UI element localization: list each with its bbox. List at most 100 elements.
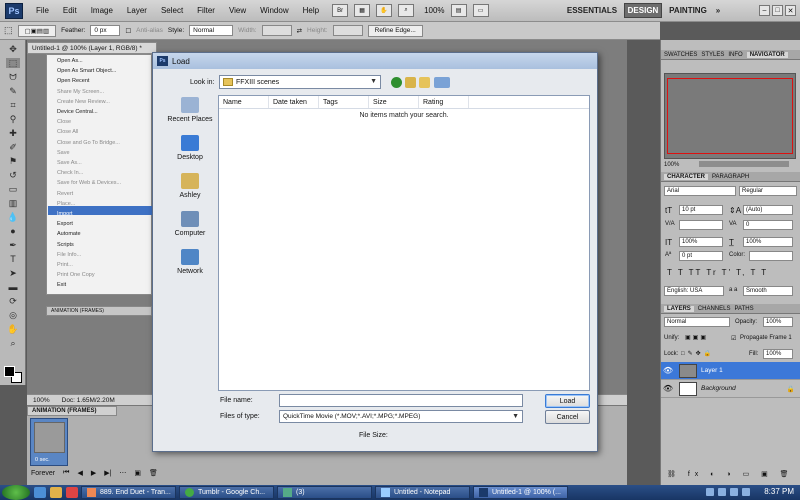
file-menu-item[interactable]: Close and Go To Bridge...: [57, 140, 120, 146]
new-folder-icon[interactable]: [419, 77, 430, 88]
font-style-select[interactable]: Regular: [739, 186, 797, 196]
file-menu-item[interactable]: Open As...: [57, 58, 83, 64]
file-menu-item[interactable]: Save: [57, 150, 70, 156]
bridge-icon[interactable]: Br: [332, 4, 349, 17]
fill-input[interactable]: 100%: [763, 349, 793, 359]
menu-file[interactable]: File: [29, 6, 56, 15]
dodge-tool-icon[interactable]: ●: [6, 226, 20, 236]
minibridge-icon[interactable]: ▦: [354, 4, 371, 17]
tab-paths[interactable]: PATHS: [734, 306, 753, 312]
file-name-input[interactable]: [279, 394, 523, 407]
file-menu-item[interactable]: Place...: [57, 201, 75, 207]
explorer-icon[interactable]: [50, 487, 62, 498]
animation-panel-tab[interactable]: ANIMATION (FRAMES): [27, 406, 117, 416]
loop-select[interactable]: Forever: [31, 470, 55, 477]
taskbar-button[interactable]: Untitled - Notepad: [375, 486, 470, 499]
col-size[interactable]: Size: [369, 96, 419, 108]
close-button[interactable]: ✕: [785, 5, 796, 16]
tab-paragraph[interactable]: PARAGRAPH: [712, 174, 749, 180]
animation-panel-inner-tab[interactable]: ANIMATION (FRAMES): [46, 306, 152, 316]
tray-icon[interactable]: [718, 488, 726, 496]
quick-select-icon[interactable]: ✎: [6, 86, 20, 96]
menu-edit[interactable]: Edit: [56, 6, 84, 15]
selection-mode-buttons[interactable]: ▢▣▤▥: [17, 24, 57, 37]
file-menu-item[interactable]: Scripts: [57, 242, 74, 248]
file-menu-item[interactable]: Create New Review...: [57, 99, 110, 105]
file-menu-item[interactable]: Open Recent: [57, 78, 89, 84]
taskbar-button[interactable]: Untitled-1 @ 100% (...: [473, 486, 568, 499]
file-menu-item[interactable]: Close: [57, 119, 71, 125]
file-menu-item[interactable]: Print One Copy: [57, 272, 95, 278]
path-select-icon[interactable]: ➤: [6, 268, 20, 278]
file-menu-item[interactable]: Revert: [57, 191, 73, 197]
place-desktop[interactable]: Desktop: [162, 135, 218, 161]
layer-name[interactable]: Background: [701, 385, 736, 392]
view-menu-icon[interactable]: [434, 77, 450, 88]
antialias-checkbox[interactable]: ☐: [125, 27, 131, 35]
swap-icon[interactable]: ⇄: [297, 27, 302, 35]
place-recent[interactable]: Recent Places: [162, 97, 218, 123]
navigator-preview[interactable]: [664, 73, 796, 159]
tab-navigator[interactable]: NAVIGATOR: [746, 51, 788, 58]
document-tab[interactable]: Untitled-1 @ 100% (Layer 1, RGB/8) *: [27, 42, 157, 54]
delete-frame-icon[interactable]: 🗑: [149, 469, 158, 477]
tab-swatches[interactable]: SWATCHES: [664, 52, 697, 58]
back-icon[interactable]: [391, 77, 402, 88]
history-brush-icon[interactable]: ↺: [6, 170, 20, 180]
workspace-more-icon[interactable]: »: [712, 3, 724, 18]
file-menu-item[interactable]: Save As...: [57, 160, 82, 166]
ie-icon[interactable]: [34, 487, 46, 498]
shape-tool-icon[interactable]: ▬: [6, 282, 20, 292]
menu-filter[interactable]: Filter: [190, 6, 222, 15]
tray-icon[interactable]: [742, 488, 750, 496]
status-zoom[interactable]: 100%: [33, 397, 50, 404]
zoom-level[interactable]: 100%: [424, 6, 444, 15]
baseline-shift-input[interactable]: 0 pt: [679, 251, 723, 261]
foreground-color-swatch[interactable]: [4, 366, 15, 377]
cancel-button[interactable]: Cancel: [545, 410, 590, 424]
type-tool-icon[interactable]: T: [6, 254, 20, 264]
style-select[interactable]: Normal: [189, 25, 234, 36]
menu-select[interactable]: Select: [154, 6, 190, 15]
workspace-essentials[interactable]: ESSENTIALS: [566, 3, 618, 18]
file-menu-item[interactable]: Export: [57, 221, 73, 227]
language-select[interactable]: English: USA: [664, 286, 724, 296]
media-icon[interactable]: [66, 487, 78, 498]
marquee-tool-icon[interactable]: ⬚: [6, 58, 20, 68]
maximize-button[interactable]: □: [772, 5, 783, 16]
blur-tool-icon[interactable]: 💧: [6, 212, 20, 222]
col-rating[interactable]: Rating: [419, 96, 469, 108]
dialog-titlebar[interactable]: Ps Load: [153, 53, 597, 69]
crop-tool-icon[interactable]: ⌗: [6, 100, 20, 110]
file-menu-item[interactable]: Exit: [57, 282, 66, 288]
font-size-input[interactable]: 10 pt: [679, 205, 723, 215]
clock[interactable]: 8:37 PM: [764, 487, 794, 496]
zoom-tool-icon[interactable]: ⌕: [398, 4, 415, 17]
first-frame-icon[interactable]: ⏮: [63, 469, 69, 477]
chevron-down-icon[interactable]: ▼: [512, 413, 519, 420]
vertical-scale-input[interactable]: 100%: [679, 237, 723, 247]
place-ashley[interactable]: Ashley: [162, 173, 218, 199]
new-frame-icon[interactable]: ▣: [134, 469, 141, 477]
col-tags[interactable]: Tags: [319, 96, 369, 108]
opacity-input[interactable]: 100%: [763, 317, 793, 327]
pen-tool-icon[interactable]: ✒: [6, 240, 20, 250]
tracking-input[interactable]: 0: [743, 220, 793, 230]
workspace-design[interactable]: DESIGN: [624, 3, 662, 18]
tab-character[interactable]: CHARACTER: [664, 173, 708, 180]
lasso-tool-icon[interactable]: ᗢ: [6, 72, 20, 82]
healing-brush-icon[interactable]: ✚: [6, 128, 20, 138]
frame-delay[interactable]: 0 sec.: [35, 457, 50, 463]
up-folder-icon[interactable]: [405, 77, 416, 88]
move-tool-icon[interactable]: ✥: [6, 44, 20, 54]
load-button[interactable]: Load: [545, 394, 590, 408]
tab-styles[interactable]: STYLES: [701, 52, 724, 58]
col-name[interactable]: Name: [219, 96, 269, 108]
file-menu-item[interactable]: File Info...: [57, 252, 81, 258]
brush-tool-icon[interactable]: ✐: [6, 142, 20, 152]
eyedropper-icon[interactable]: ⚲: [6, 114, 20, 124]
layer-name[interactable]: Layer 1: [701, 367, 723, 374]
unify-buttons[interactable]: ▣▣▣: [685, 334, 708, 341]
layer-row-background[interactable]: 👁 Background 🔒: [661, 380, 800, 398]
navigator-zoom[interactable]: 100%: [664, 162, 679, 168]
